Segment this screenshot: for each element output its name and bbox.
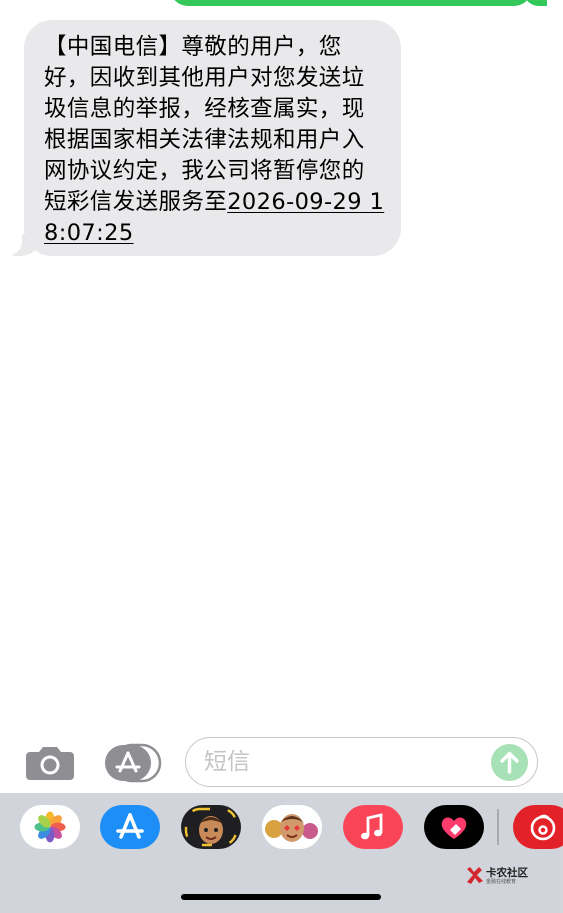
home-indicator[interactable] bbox=[181, 894, 381, 900]
app-drawer: 卡农社区 金融在线教育 bbox=[0, 793, 563, 913]
apps-button[interactable] bbox=[102, 743, 162, 783]
incoming-message-text: 【中国电信】尊敬的用户，您好，因收到其他用户对您发送垃圾信息的举报，经核查属实，… bbox=[44, 32, 387, 249]
send-button[interactable] bbox=[491, 744, 528, 781]
watermark-subtitle: 金融在线教育 bbox=[486, 879, 517, 885]
kanong-logo-icon bbox=[467, 867, 483, 884]
music-icon[interactable] bbox=[343, 805, 403, 849]
app-drawer-panel: 卡农社区 金融在线教育 bbox=[0, 793, 563, 913]
message-body: 【中国电信】尊敬的用户，您好，因收到其他用户对您发送垃圾信息的举报，经核查属实，… bbox=[44, 34, 365, 215]
camera-icon bbox=[26, 747, 74, 780]
netease-music-icon[interactable] bbox=[513, 805, 563, 849]
memoji-sticker-icon[interactable] bbox=[181, 805, 241, 849]
app-store-toggle-icon bbox=[105, 743, 162, 783]
incoming-message-bubble[interactable]: 【中国电信】尊敬的用户，您好，因收到其他用户对您发送垃圾信息的举报，经核查属实，… bbox=[24, 20, 401, 256]
watermark-logo: 卡农社区 金融在线教育 bbox=[464, 865, 544, 887]
outgoing-message-bubble[interactable] bbox=[170, 0, 532, 6]
outgoing-bubble-tail bbox=[525, 0, 547, 6]
photos-icon[interactable] bbox=[20, 805, 80, 849]
compose-bar bbox=[0, 733, 563, 791]
message-input[interactable] bbox=[204, 746, 474, 778]
camera-button[interactable] bbox=[24, 743, 76, 783]
app-store-icon[interactable] bbox=[100, 805, 160, 849]
drawer-divider bbox=[497, 809, 499, 845]
message-input-field[interactable] bbox=[185, 737, 538, 787]
animoji-icon[interactable] bbox=[262, 805, 322, 849]
digital-touch-icon[interactable] bbox=[424, 805, 484, 849]
arrow-up-icon bbox=[500, 751, 519, 774]
message-thread[interactable]: 【中国电信】尊敬的用户，您好，因收到其他用户对您发送垃圾信息的举报，经核查属实，… bbox=[0, 0, 563, 730]
